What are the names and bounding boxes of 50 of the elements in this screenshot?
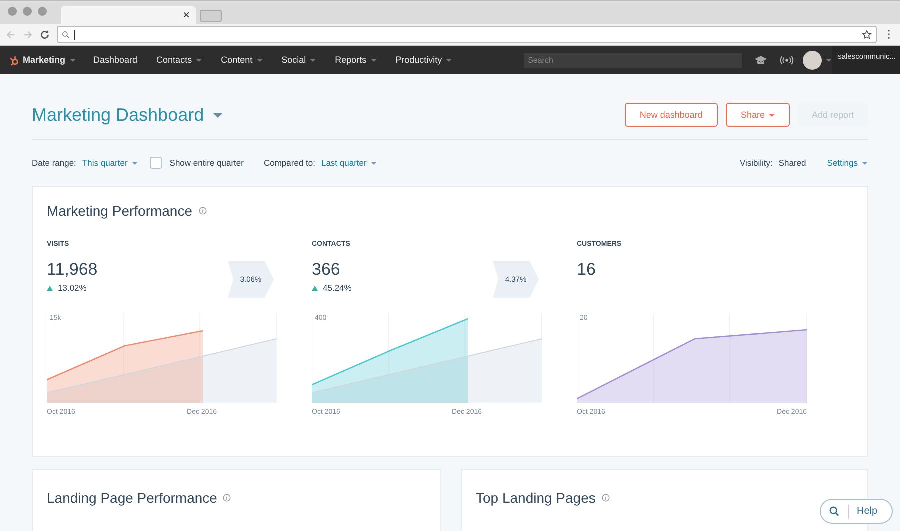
filter-label: Date range:	[32, 158, 76, 168]
browser-tab[interactable]: ×	[61, 6, 196, 24]
nav-menu-item[interactable]: Social	[282, 55, 316, 65]
help-button[interactable]: Help	[820, 499, 893, 524]
sprocket-logo-icon[interactable]	[9, 54, 20, 66]
forward-arrow-icon[interactable]	[23, 30, 33, 40]
date-range-dropdown[interactable]: This quarter	[82, 158, 138, 168]
nav-menu-item[interactable]: Productivity	[396, 55, 452, 65]
info-icon[interactable]	[602, 494, 610, 502]
window-close-dot[interactable]	[8, 7, 17, 16]
card-title: Marketing Performance	[47, 203, 193, 219]
info-icon[interactable]	[198, 207, 207, 215]
checkbox[interactable]	[150, 157, 162, 169]
search-field[interactable]: Search	[524, 52, 742, 68]
browser-menu-icon[interactable]	[887, 29, 891, 40]
card-title: Landing Page Performance	[47, 490, 218, 506]
window-minimize-dot[interactable]	[23, 7, 32, 16]
metric-value: 16	[577, 260, 597, 280]
metric-value: 366	[312, 260, 342, 280]
nav-menu-item[interactable]: Content	[221, 55, 263, 65]
search-icon	[62, 30, 70, 38]
tab-close-button[interactable]: ×	[182, 8, 190, 22]
dashboard-title[interactable]: Marketing Dashboard	[32, 104, 204, 126]
info-icon[interactable]	[223, 494, 232, 502]
visibility-label: Visibility:	[740, 158, 773, 168]
back-arrow-icon[interactable]	[6, 30, 16, 40]
compared-to-dropdown[interactable]: Last quarter	[321, 158, 377, 168]
metric-value: 11,968	[47, 260, 98, 280]
nav-menu-item[interactable]: Marketing	[23, 55, 76, 65]
bookmark-star-icon[interactable]	[862, 30, 872, 40]
card-title: Top Landing Pages	[476, 490, 596, 506]
settings-dropdown[interactable]: Settings	[827, 158, 868, 168]
change-percent: 45.24%	[323, 283, 352, 293]
up-triangle-icon	[312, 286, 318, 290]
search-icon	[829, 506, 840, 517]
nav-menu-item[interactable]: Contacts	[156, 55, 202, 65]
caret-icon[interactable]	[213, 112, 224, 118]
avatar[interactable]	[803, 50, 822, 70]
visibility-value: Shared	[778, 158, 806, 168]
broadcast-icon[interactable]	[780, 54, 794, 66]
change-percent: 13.02%	[58, 283, 87, 293]
nav-menu-item[interactable]: Reports	[335, 55, 377, 65]
checkbox-label[interactable]: Show entire quarter	[170, 158, 244, 168]
filter-label: Compared to:	[264, 158, 316, 168]
window-maximize-dot[interactable]	[38, 7, 47, 16]
new-tab-button[interactable]	[200, 10, 222, 22]
nav-menu-item[interactable]: Dashboard	[94, 55, 138, 65]
reload-icon[interactable]	[40, 30, 50, 40]
graduation-cap-icon[interactable]	[754, 54, 768, 66]
up-triangle-icon	[47, 286, 53, 290]
